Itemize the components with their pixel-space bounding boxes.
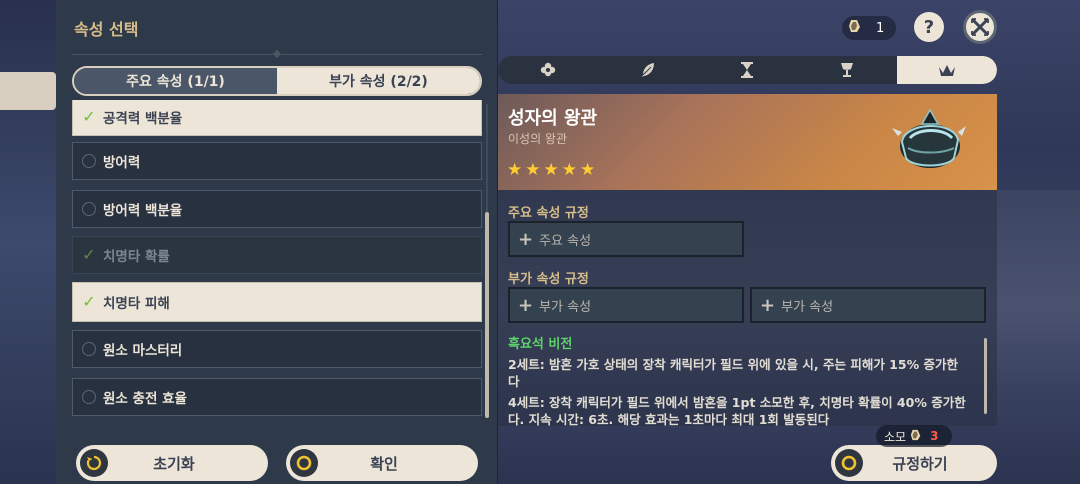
help-button[interactable]: ? xyxy=(914,12,944,42)
artifact-name: 성자의 왕관 xyxy=(508,108,598,129)
list-item[interactable]: ✓ 공격력 백분율 xyxy=(72,100,482,136)
close-icon xyxy=(971,18,989,36)
confirm-label: 확인 xyxy=(370,454,398,473)
four-piece-bonus: 4세트: 장착 캐릭터가 필드 위에서 밤혼을 1pt 소모한 후, 치명타 확… xyxy=(508,395,966,427)
radio-icon xyxy=(81,201,97,217)
resin-count: 1 xyxy=(876,20,885,36)
artifact-set-name: 이성의 왕관 xyxy=(508,132,568,146)
goblet-icon xyxy=(841,63,854,77)
apply-rule-button[interactable]: 규정하기 xyxy=(831,445,997,481)
sub-rule-label: 부가 속성 규정 xyxy=(508,272,589,287)
cost-badge: 소모 3 xyxy=(876,425,952,447)
checkmark-icon: ✓ xyxy=(82,107,96,126)
star-icon: ★ xyxy=(525,160,541,180)
attribute-type-tabs: 주요 속성 (1/1) 부가 속성 (2/2) xyxy=(72,66,482,96)
resin-icon xyxy=(910,428,922,445)
list-item[interactable]: 방어력 xyxy=(72,142,482,180)
list-item[interactable]: ✓ 치명타 피해 xyxy=(72,282,482,322)
confirm-circle-icon xyxy=(290,449,318,477)
item-label: 치명타 확률 xyxy=(103,249,170,265)
tab-goblet[interactable] xyxy=(797,56,897,84)
main-stat-slot[interactable]: + 주요 속성 xyxy=(508,221,744,257)
attribute-select-panel: 속성 선택 주요 속성 (1/1) 부가 속성 (2/2) ✓ 공격력 백분율 … xyxy=(56,0,498,484)
item-label: 방어력 백분율 xyxy=(103,203,183,219)
tab-sands[interactable] xyxy=(698,56,798,84)
hourglass-icon xyxy=(741,62,754,78)
two-piece-bonus: 2세트: 밤혼 가호 상태의 장착 캐릭터가 필드 위에 있을 시, 주는 피해… xyxy=(508,357,958,389)
checkmark-icon: ✓ xyxy=(82,292,96,311)
scrollbar-thumb[interactable] xyxy=(984,338,987,414)
item-label: 원소 마스터리 xyxy=(103,343,183,359)
radio-icon xyxy=(81,389,97,405)
list-item[interactable]: 원소 충전 효율 xyxy=(72,378,482,416)
star-icon: ★ xyxy=(543,160,559,180)
divider-ornament xyxy=(272,49,282,59)
tab-circlet[interactable] xyxy=(897,56,997,84)
checkmark-icon: ✓ xyxy=(82,245,96,264)
tab-main-stats[interactable]: 주요 속성 (1/1) xyxy=(74,68,277,94)
list-item: ✓ 치명타 확률 xyxy=(72,236,482,274)
attribute-list[interactable]: ✓ 공격력 백분율 방어력 방어력 백분율 ✓ 치명타 확률 ✓ 치명타 피해 … xyxy=(72,100,482,420)
circlet-artifact-image xyxy=(892,108,966,168)
help-icon: ? xyxy=(923,16,935,38)
set-bonus-name: 흑요석 비전 xyxy=(508,337,573,352)
flower-icon xyxy=(540,62,556,77)
close-button[interactable] xyxy=(963,10,997,44)
plus-icon: + xyxy=(760,294,776,316)
tab-plume[interactable] xyxy=(598,56,698,84)
main-rule-label: 주요 속성 규정 xyxy=(508,206,589,221)
cost-value: 3 xyxy=(930,429,939,443)
resin-icon xyxy=(848,18,862,38)
star-icon: ★ xyxy=(507,160,523,180)
reset-icon xyxy=(80,449,108,477)
cost-label: 소모 xyxy=(884,429,907,444)
artifact-category-tabs xyxy=(498,56,997,84)
radio-icon xyxy=(81,153,97,169)
scrollbar-thumb[interactable] xyxy=(485,212,489,418)
plus-icon: + xyxy=(518,228,534,250)
sub-stat-slot[interactable]: + 부가 속성 xyxy=(508,287,744,323)
item-label: 공격력 백분율 xyxy=(103,111,183,127)
item-label: 방어력 xyxy=(103,155,141,171)
item-label: 치명타 피해 xyxy=(103,296,170,312)
circlet-icon xyxy=(939,65,956,76)
feather-icon xyxy=(641,63,654,77)
tab-flower[interactable] xyxy=(498,56,598,84)
list-item[interactable]: 원소 마스터리 xyxy=(72,330,482,368)
reset-label: 초기화 xyxy=(153,454,195,473)
apply-label: 규정하기 xyxy=(892,454,948,473)
tab-sub-stats[interactable]: 부가 속성 (2/2) xyxy=(277,68,480,94)
star-icon: ★ xyxy=(561,160,577,180)
sub-stat-slot[interactable]: + 부가 속성 xyxy=(750,287,986,323)
radio-icon xyxy=(81,341,97,357)
artifact-card: 성자의 왕관 이성의 왕관 ★ ★ ★ ★ ★ xyxy=(498,94,997,190)
plus-icon: + xyxy=(518,294,534,316)
confirm-button[interactable]: 확인 xyxy=(286,445,478,481)
list-item[interactable]: 방어력 백분율 xyxy=(72,190,482,228)
resin-counter: 1 xyxy=(842,16,896,40)
item-label: 원소 충전 효율 xyxy=(103,391,187,407)
slot-label: 주요 속성 xyxy=(539,233,592,249)
rules-panel: 주요 속성 규정 + 주요 속성 부가 속성 규정 + 부가 속성 + 부가 속… xyxy=(498,190,997,427)
confirm-circle-icon xyxy=(835,449,863,477)
panel-title: 속성 선택 xyxy=(74,20,139,39)
slot-label: 부가 속성 xyxy=(539,299,592,315)
slot-label: 부가 속성 xyxy=(781,299,834,315)
star-icon: ★ xyxy=(580,160,596,180)
rarity-stars: ★ ★ ★ ★ ★ xyxy=(507,162,595,179)
reset-button[interactable]: 초기화 xyxy=(76,445,268,481)
background-side-tab xyxy=(0,72,56,110)
